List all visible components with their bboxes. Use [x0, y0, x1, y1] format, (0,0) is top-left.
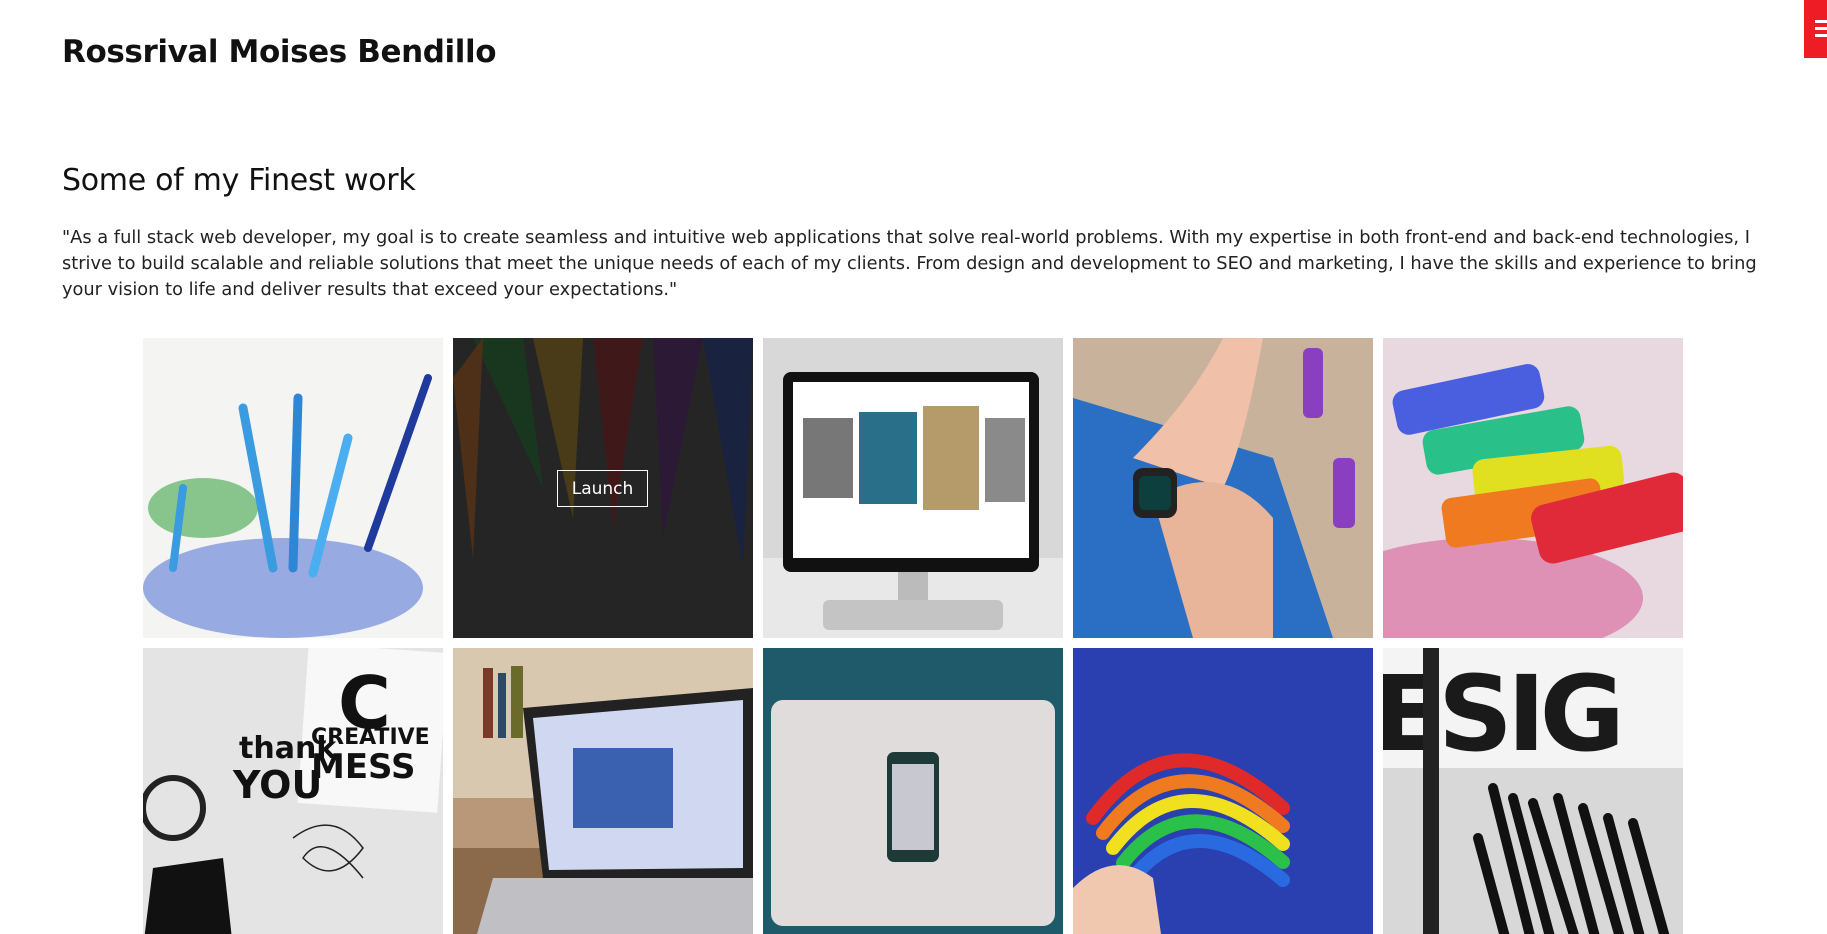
blue-pencils-image: [143, 338, 443, 638]
desktop-monitor-image: [763, 338, 1063, 638]
portfolio-item-colored-chalk[interactable]: [1383, 338, 1683, 638]
portfolio-item-blue-pencils[interactable]: [143, 338, 443, 638]
design-black-pencils-image: ESIG: [1383, 648, 1683, 934]
portfolio-gallery: Launch C CREATIVE MESS thank YOU ESIG: [143, 338, 1684, 934]
launch-button[interactable]: Launch: [557, 470, 648, 507]
creative-mess-posters-image: C CREATIVE MESS thank YOU: [143, 648, 443, 934]
poster-you: YOU: [232, 763, 322, 807]
intro-paragraph: "As a full stack web developer, my goal …: [62, 227, 1757, 300]
poster-thank: thank: [239, 731, 337, 766]
portfolio-item-smartwatch[interactable]: [1073, 338, 1373, 638]
laptop-phone-teal-image: [763, 648, 1063, 934]
portfolio-item-laptop-bookshelf[interactable]: [453, 648, 753, 934]
portfolio-item-laptop-phone[interactable]: [763, 648, 1063, 934]
section-heading: Some of my Finest work: [62, 163, 416, 198]
smartwatch-wrist-image: [1073, 338, 1373, 638]
portfolio-item-desktop-monitor[interactable]: [763, 338, 1063, 638]
portfolio-item-creative-mess[interactable]: C CREATIVE MESS thank YOU: [143, 648, 443, 934]
poster-design-word: ESIG: [1383, 653, 1619, 775]
colored-chalk-image: [1383, 338, 1683, 638]
laptop-bookshelf-image: [453, 648, 753, 934]
portfolio-item-rainbow-clay[interactable]: [1073, 648, 1373, 934]
hamburger-menu-icon[interactable]: [1804, 0, 1827, 58]
rainbow-clay-image: [1073, 648, 1373, 934]
site-title[interactable]: Rossrival Moises Bendillo: [62, 34, 497, 70]
portfolio-item-design-pencils[interactable]: ESIG: [1383, 648, 1683, 934]
portfolio-item-colored-pencils-dark[interactable]: Launch: [453, 338, 753, 638]
